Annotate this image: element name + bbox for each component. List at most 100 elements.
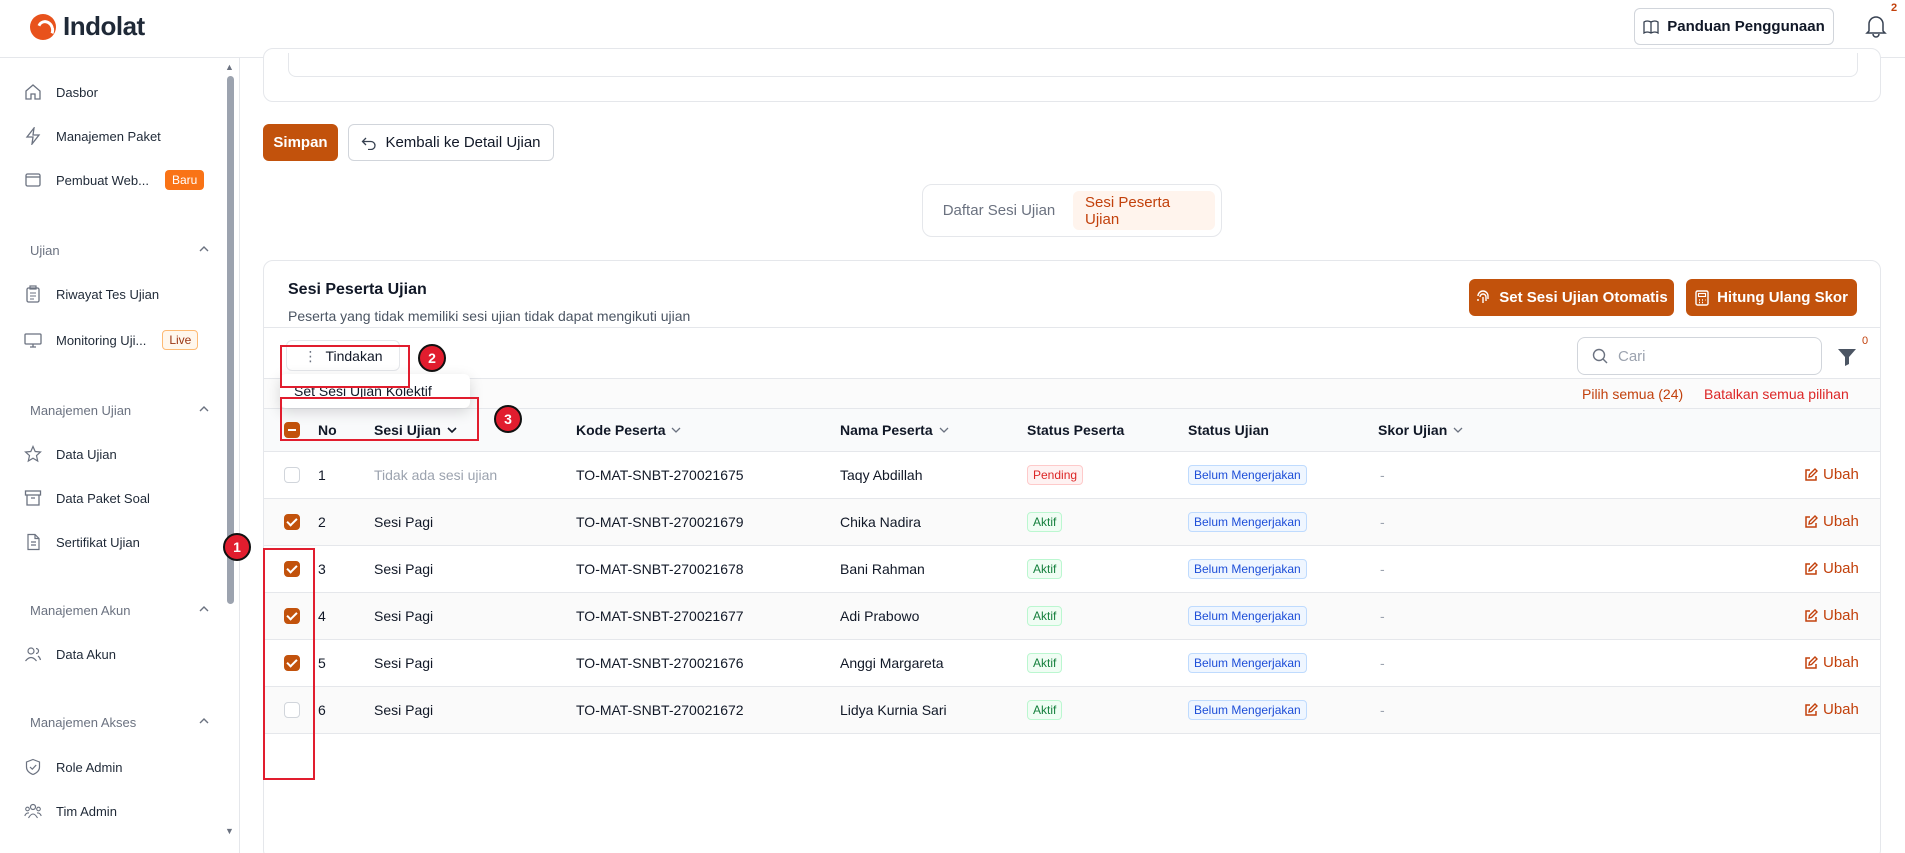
row-checkbox[interactable] [284,514,300,530]
sidebar-item-label: Pembuat Web... [56,172,149,188]
sidebar-item-team-admin[interactable]: Tim Admin [24,799,117,823]
sidebar-item-label: Data Akun [56,646,116,662]
back-to-exam-detail-button[interactable]: Kembali ke Detail Ujian [348,124,554,161]
sidebar-item-label: Role Admin [56,759,123,775]
edit-icon [1805,702,1818,716]
edit-button[interactable]: Ubah [1804,466,1859,483]
sidebar-item-monitoring[interactable]: Monitoring Uji... Live [24,328,199,352]
table-row[interactable]: 6 Sesi Pagi TO-MAT-SNBT-270021672 Lidya Kur… [264,687,1880,734]
sidebar-item-dashboard[interactable]: Dasbor [24,80,98,104]
cell-no: 6 [318,702,326,718]
scroll-down-arrow[interactable]: ▼ [225,826,234,836]
document-icon [27,533,40,551]
cell-session: Tidak ada sesi ujian [374,467,498,483]
annotation-box-actions [280,345,410,388]
chevron-up-icon[interactable] [199,716,209,726]
row-checkbox[interactable] [284,467,300,483]
cell-session: Sesi Pagi [374,514,434,530]
table-row[interactable]: 3 Sesi Pagi TO-MAT-SNBT-270021678 Bani Rahm… [264,546,1880,593]
logo-text: Indolat [63,11,145,41]
sidebar-item-package[interactable]: Manajemen Paket [24,124,161,148]
participant-status-badge: Aktif [1027,700,1063,720]
cell-session: Sesi Pagi [374,561,434,577]
logo[interactable]: Indolat [30,11,145,42]
filter-icon[interactable] [1837,347,1857,367]
tab-participant-session[interactable]: Sesi Peserta Ujian [1073,191,1215,230]
cell-participant-name: Chika Nadira [840,514,921,530]
cell-score: - [1380,467,1385,483]
tab-session-list[interactable]: Daftar Sesi Ujian [929,191,1069,230]
search-box[interactable] [1577,337,1822,375]
bell-icon[interactable] [1865,14,1887,38]
column-header-score[interactable]: Skor Ujian [1378,422,1463,438]
search-icon [1592,348,1608,364]
cell-score: - [1380,561,1385,577]
cell-no: 5 [318,655,326,671]
home-icon [25,84,41,100]
edit-icon [1805,655,1818,669]
sidebar-item-web-builder[interactable]: Pembuat Web... Baru [24,168,205,192]
edit-button[interactable]: Ubah [1804,701,1859,718]
guide-label: Panduan Penggunaan [1667,18,1825,35]
cell-participant-code: TO-MAT-SNBT-270021676 [576,655,744,671]
form-field[interactable] [288,53,1858,77]
table-row[interactable]: 5 Sesi Pagi TO-MAT-SNBT-270021676 Anggi Mar… [264,640,1880,687]
chevron-up-icon[interactable] [199,604,209,614]
panel-subtitle: Peserta yang tidak memiliki sesi ujian t… [288,308,691,324]
chevron-up-icon[interactable] [199,244,209,254]
cancel-all-selection-link[interactable]: Batalkan semua pilihan [1704,386,1849,402]
notification-count: 2 [1891,2,1898,14]
search-input[interactable] [1618,347,1798,365]
scroll-up-arrow[interactable]: ▲ [225,62,234,72]
sidebar-item-exam-data[interactable]: Data Ujian [24,442,117,466]
sidebar-item-label: Data Ujian [56,446,117,462]
cell-participant-name: Bani Rahman [840,561,925,577]
edit-label: Ubah [1823,466,1859,483]
edit-label: Ubah [1823,513,1859,530]
edit-button[interactable]: Ubah [1804,560,1859,577]
sidebar-item-question-pack[interactable]: Data Paket Soal [24,486,150,510]
exam-status-badge: Belum Mengerjakan [1188,653,1307,673]
exam-status-badge: Belum Mengerjakan [1188,465,1307,485]
edit-button[interactable]: Ubah [1804,513,1859,530]
column-header-participant-name[interactable]: Nama Peserta [840,422,949,438]
table-row[interactable]: 2 Sesi Pagi TO-MAT-SNBT-270021679 Chika Nad… [264,499,1880,546]
cell-score: - [1380,655,1385,671]
cell-participant-code: TO-MAT-SNBT-270021677 [576,608,744,624]
exam-status-badge: Belum Mengerjakan [1188,559,1307,579]
participant-status-badge: Aktif [1027,653,1063,673]
tab-switcher: Daftar Sesi Ujian Sesi Peserta Ujian [922,184,1222,237]
lightning-icon [25,127,41,145]
sidebar-item-history[interactable]: Riwayat Tes Ujian [24,282,159,306]
sidebar-item-certificate[interactable]: Sertifikat Ujian [24,530,140,554]
team-icon [24,803,42,819]
cell-session: Sesi Pagi [374,702,434,718]
sidebar-item-label: Tim Admin [56,803,117,819]
table-row[interactable]: 1 Tidak ada sesi ujian TO-MAT-SNBT-2700216… [264,452,1880,499]
cell-participant-name: Adi Prabowo [840,608,920,624]
app-root: Indolat Panduan Penggunaan 2 Dasbor Mana… [0,0,1905,853]
sidebar-item-label: Data Paket Soal [56,490,150,506]
sidebar-scrollbar[interactable] [227,76,234,604]
sidebar-item-label: Manajemen Paket [56,128,161,144]
edit-icon [1805,561,1818,575]
edit-icon [1805,514,1818,528]
edit-button[interactable]: Ubah [1804,654,1859,671]
sidebar-item-role-admin[interactable]: Role Admin [24,755,122,779]
section-title: Manajemen Ujian [30,403,132,418]
edit-icon [1805,608,1818,622]
save-button[interactable]: Simpan [263,124,338,161]
section-title: Ujian [30,243,60,258]
cell-session: Sesi Pagi [374,655,434,671]
select-all-link[interactable]: Pilih semua (24) [1582,386,1683,402]
column-header-participant-code[interactable]: Kode Peserta [576,422,681,438]
edit-label: Ubah [1823,560,1859,577]
chevron-up-icon[interactable] [199,404,209,414]
auto-session-button[interactable]: Set Sesi Ujian Otomatis [1469,279,1674,316]
table-row[interactable]: 4 Sesi Pagi TO-MAT-SNBT-270021677 Adi Prabo… [264,593,1880,640]
guide-button[interactable]: Panduan Penggunaan [1634,8,1834,45]
sidebar-item-accounts[interactable]: Data Akun [24,642,116,666]
recalculate-score-button[interactable]: Hitung Ulang Skor [1686,279,1857,316]
window-icon [25,173,41,187]
edit-button[interactable]: Ubah [1804,607,1859,624]
